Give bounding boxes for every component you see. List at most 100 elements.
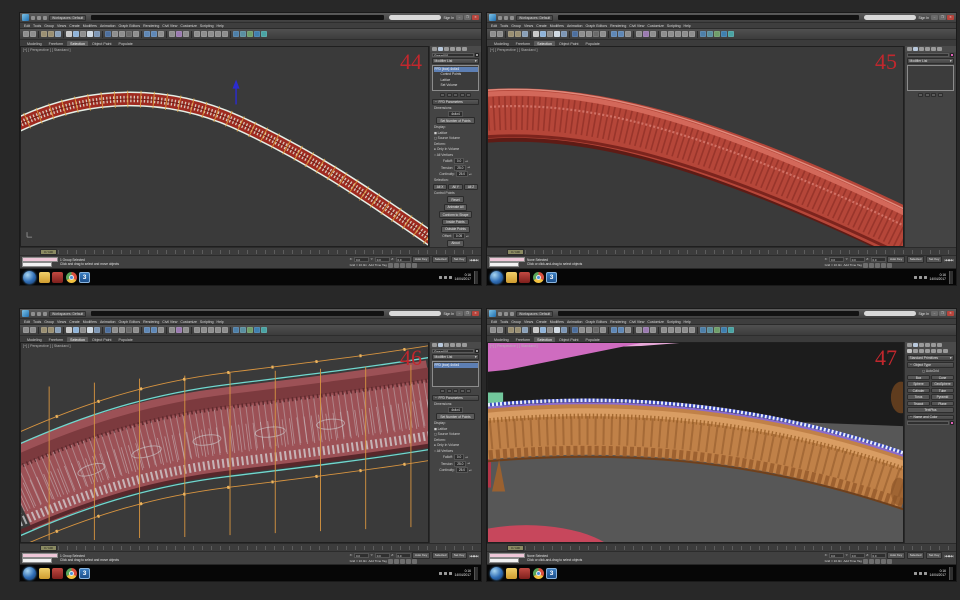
stack-item-ffd-box-4x4x4[interactable]: FFD (box) 4x4x4 <box>434 363 478 369</box>
make-unique-icon[interactable] <box>453 93 458 98</box>
set-key-button[interactable]: Set Key <box>451 552 468 558</box>
media-player-icon[interactable] <box>519 272 530 283</box>
maxscript-white-line[interactable] <box>22 558 52 563</box>
select-object-icon[interactable] <box>540 31 546 37</box>
set-number-of-points-button[interactable]: Set Number of Points <box>436 413 474 420</box>
menu-help[interactable]: Help <box>217 24 224 28</box>
menu-animation[interactable]: Animation <box>567 320 583 324</box>
close-button[interactable]: ✕ <box>947 15 954 20</box>
menu-animation[interactable]: Animation <box>100 24 116 28</box>
maxscript-mini-listener[interactable] <box>489 256 525 268</box>
tray-network-icon[interactable] <box>439 572 442 575</box>
modifier-list-dropdown[interactable]: Modifier List ▾ <box>432 354 479 360</box>
modify-tab-icon[interactable] <box>438 47 443 52</box>
checkbox-lattice[interactable]: ◼ Lattice <box>432 426 479 431</box>
menu-rendering[interactable]: Rendering <box>143 320 159 324</box>
value-field[interactable]: 4x4x4 <box>448 407 463 413</box>
snap-toggle-icon[interactable] <box>611 327 617 333</box>
configure-stack-icon[interactable] <box>466 389 471 394</box>
select-scale-icon[interactable] <box>119 31 125 37</box>
menu-views[interactable]: Views <box>524 320 533 324</box>
toggle-scene-explorer-icon[interactable] <box>661 327 667 333</box>
render-iterative-icon[interactable] <box>261 31 267 37</box>
maxscript-white-line[interactable] <box>22 262 52 267</box>
remove-modifier-icon[interactable] <box>938 93 943 98</box>
undo-icon[interactable] <box>23 31 29 37</box>
menu-create[interactable]: Create <box>69 24 80 28</box>
hierarchy-tab-icon[interactable] <box>444 343 449 348</box>
maxscript-pink-line[interactable] <box>22 553 58 558</box>
undo-quick-icon[interactable] <box>37 16 41 20</box>
redo-icon[interactable] <box>30 31 36 37</box>
value-field[interactable]: 4x4x4 <box>448 111 463 117</box>
select-region-icon[interactable] <box>554 327 560 333</box>
minimize-button[interactable]: – <box>931 311 938 316</box>
teapot-button[interactable]: Teapot <box>907 401 930 407</box>
menu-edit[interactable]: Edit <box>24 24 30 28</box>
pyramid-button[interactable]: Pyramid <box>931 394 954 400</box>
viewport[interactable]: [+] [ Perspective ] [ Standard ] 45 <box>487 46 904 247</box>
motion-tab-icon[interactable] <box>450 47 455 52</box>
time-slider-handle[interactable]: 0 / 100 <box>507 249 524 255</box>
unlink-icon[interactable] <box>515 327 521 333</box>
percent-snap-icon[interactable] <box>158 327 164 333</box>
y-field[interactable]: 0.0 <box>375 257 390 262</box>
select-object-icon[interactable] <box>73 327 79 333</box>
display-tab-icon[interactable] <box>931 343 936 348</box>
menu-customize[interactable]: Customize <box>647 24 664 28</box>
z-field[interactable]: 0.0 <box>871 553 886 558</box>
render-setup-icon[interactable] <box>707 31 713 37</box>
spinner-continuity-[interactable]: Continuity:25.0▴▾ <box>432 467 479 473</box>
align-icon[interactable] <box>183 327 189 333</box>
select-scale-icon[interactable] <box>586 31 592 37</box>
playback-control[interactable]: ▶| <box>476 554 479 558</box>
angle-snap-icon[interactable] <box>618 31 624 37</box>
remove-modifier-icon[interactable] <box>460 93 465 98</box>
show-desktop-button[interactable] <box>474 271 478 284</box>
menu-graph-editors[interactable]: Graph Editors <box>586 320 608 324</box>
layer-manager-icon[interactable] <box>201 327 207 333</box>
window-crossing-icon[interactable] <box>561 31 567 37</box>
utilities-tab-icon[interactable] <box>937 343 942 348</box>
object-name-field[interactable] <box>907 53 949 58</box>
spinner-continuity-[interactable]: Continuity:25.0▴▾ <box>432 171 479 177</box>
tray-network-icon[interactable] <box>914 276 917 279</box>
menu-edit[interactable]: Edit <box>491 320 497 324</box>
configure-stack-icon[interactable] <box>466 93 471 98</box>
object-color-swatch[interactable] <box>475 349 480 354</box>
save-icon[interactable] <box>498 16 502 20</box>
start-button[interactable] <box>23 567 36 580</box>
menu-graph-editors[interactable]: Graph Editors <box>119 24 141 28</box>
toggle-scene-explorer-icon[interactable] <box>661 31 667 37</box>
about-button[interactable]: About <box>447 240 463 247</box>
curve-editor-icon[interactable] <box>215 327 221 333</box>
chrome-icon[interactable] <box>66 568 77 579</box>
remove-modifier-icon[interactable] <box>460 389 465 394</box>
toggle-scene-explorer-icon[interactable] <box>194 327 200 333</box>
maxscript-white-line[interactable] <box>489 262 519 267</box>
maximize-button[interactable]: ❐ <box>939 311 946 316</box>
start-button[interactable] <box>490 271 503 284</box>
undo-quick-icon[interactable] <box>504 16 508 20</box>
bind-spacewarp-icon[interactable] <box>55 327 61 333</box>
3dsmax-app-icon[interactable] <box>22 14 29 21</box>
mirror-icon[interactable] <box>176 31 182 37</box>
schematic-view-icon[interactable] <box>222 31 228 37</box>
x-field[interactable]: 0.0 <box>354 257 369 262</box>
display-tab-icon[interactable] <box>456 47 461 52</box>
viewport-label[interactable]: [+] [ Perspective ] [ Standard ] <box>490 48 537 52</box>
percent-snap-icon[interactable] <box>158 31 164 37</box>
render-production-icon[interactable] <box>721 327 727 333</box>
display-tab-icon[interactable] <box>931 47 936 52</box>
motion-tab-icon[interactable] <box>925 47 930 52</box>
select-move-icon[interactable] <box>572 31 578 37</box>
search-input[interactable] <box>389 15 441 20</box>
menu-views[interactable]: Views <box>57 24 66 28</box>
select-rotate-icon[interactable] <box>579 31 585 37</box>
select-region-icon[interactable] <box>87 31 93 37</box>
menu-graph-editors[interactable]: Graph Editors <box>119 320 141 324</box>
chrome-icon[interactable] <box>533 568 544 579</box>
selected-dropdown[interactable]: Selected <box>432 552 450 558</box>
graphite-ribbon-icon[interactable] <box>675 31 681 37</box>
z-field[interactable]: 0.0 <box>871 257 886 262</box>
